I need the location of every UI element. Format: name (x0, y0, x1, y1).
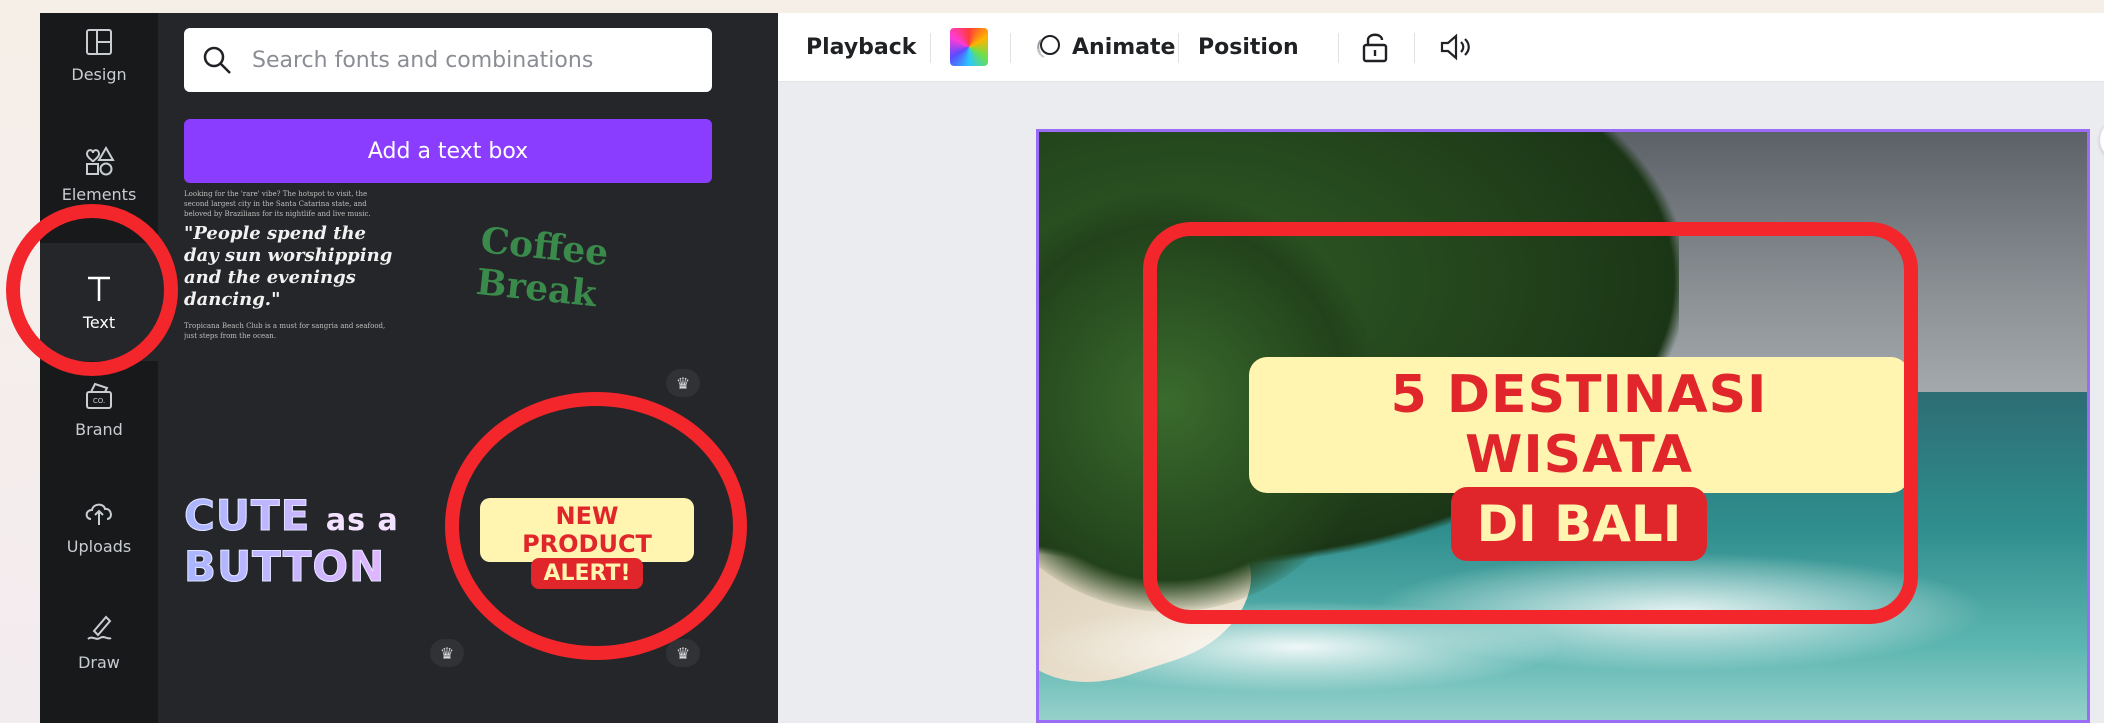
animate-label: Animate (1072, 34, 1176, 60)
preset-coffee-text: Coffee Break (474, 219, 611, 316)
rail-label: Brand (75, 420, 123, 439)
layout-icon (86, 29, 112, 55)
divider (1338, 33, 1339, 63)
color-swatch-icon (950, 28, 988, 66)
crown-icon: ♛ (666, 639, 700, 667)
search-placeholder: Search fonts and combinations (252, 47, 594, 73)
annotation-ring (445, 392, 747, 660)
search-input[interactable]: Search fonts and combinations (184, 28, 712, 92)
preset-small-text: Tropicana Beach Club is a must for sangr… (184, 322, 386, 340)
rail-item-uploads[interactable]: Uploads (40, 495, 158, 556)
animate-icon (1037, 35, 1060, 58)
text-preset-quote[interactable]: Looking for the 'rare' vibe? The hotspot… (184, 189, 456, 399)
svg-text:CO.: CO. (93, 397, 105, 405)
rail-item-elements[interactable]: Elements (40, 143, 158, 204)
rail-label: Design (71, 65, 127, 84)
animate-button[interactable]: Animate (1032, 13, 1175, 81)
rail-label: Draw (78, 653, 120, 672)
refresh-icon[interactable] (2100, 120, 2104, 160)
preset-small-text: Looking for the 'rare' vibe? The hotspot… (184, 190, 371, 218)
annotation-ring (1143, 222, 1918, 624)
shapes-icon (85, 146, 115, 176)
text-preset-coffee-break[interactable]: Coffee Break (474, 219, 708, 315)
annotation-ring (6, 204, 178, 376)
audio-button[interactable] (1438, 13, 1472, 81)
cloud-upload-icon (85, 503, 112, 525)
color-swatch-button[interactable] (950, 13, 988, 81)
rail-item-brand[interactable]: CO. Brand (40, 378, 158, 439)
editor-toolbar: Playback Animate Position (778, 13, 2104, 82)
rail-label: Elements (61, 185, 137, 204)
divider (930, 33, 931, 63)
rail-item-design[interactable]: Design (40, 27, 158, 84)
playback-button[interactable]: Playback (806, 13, 916, 81)
divider (1010, 33, 1011, 63)
volume-icon (1440, 33, 1470, 61)
lock-icon (1362, 33, 1388, 63)
text-preset-cute-button[interactable]: CUTE as a BUTTON (183, 492, 404, 590)
position-button[interactable]: Position (1198, 13, 1299, 81)
rail-item-draw[interactable]: Draw (40, 611, 158, 672)
divider (1178, 33, 1179, 63)
divider (1414, 33, 1415, 63)
search-icon (203, 46, 231, 74)
preset-cute-line2: BUTTON (184, 543, 404, 590)
crown-icon: ♛ (430, 639, 464, 667)
brand-icon: CO. (86, 382, 112, 409)
preset-quote-text: "People spend the day sun worshipping an… (184, 223, 393, 310)
pen-icon (87, 615, 112, 640)
rail-label: Uploads (66, 537, 132, 556)
preset-cute-line1: CUTE as a (183, 492, 404, 544)
crown-icon: ♛ (666, 369, 700, 397)
lock-button[interactable] (1360, 13, 1390, 81)
add-text-box-button[interactable]: Add a text box (184, 119, 712, 183)
